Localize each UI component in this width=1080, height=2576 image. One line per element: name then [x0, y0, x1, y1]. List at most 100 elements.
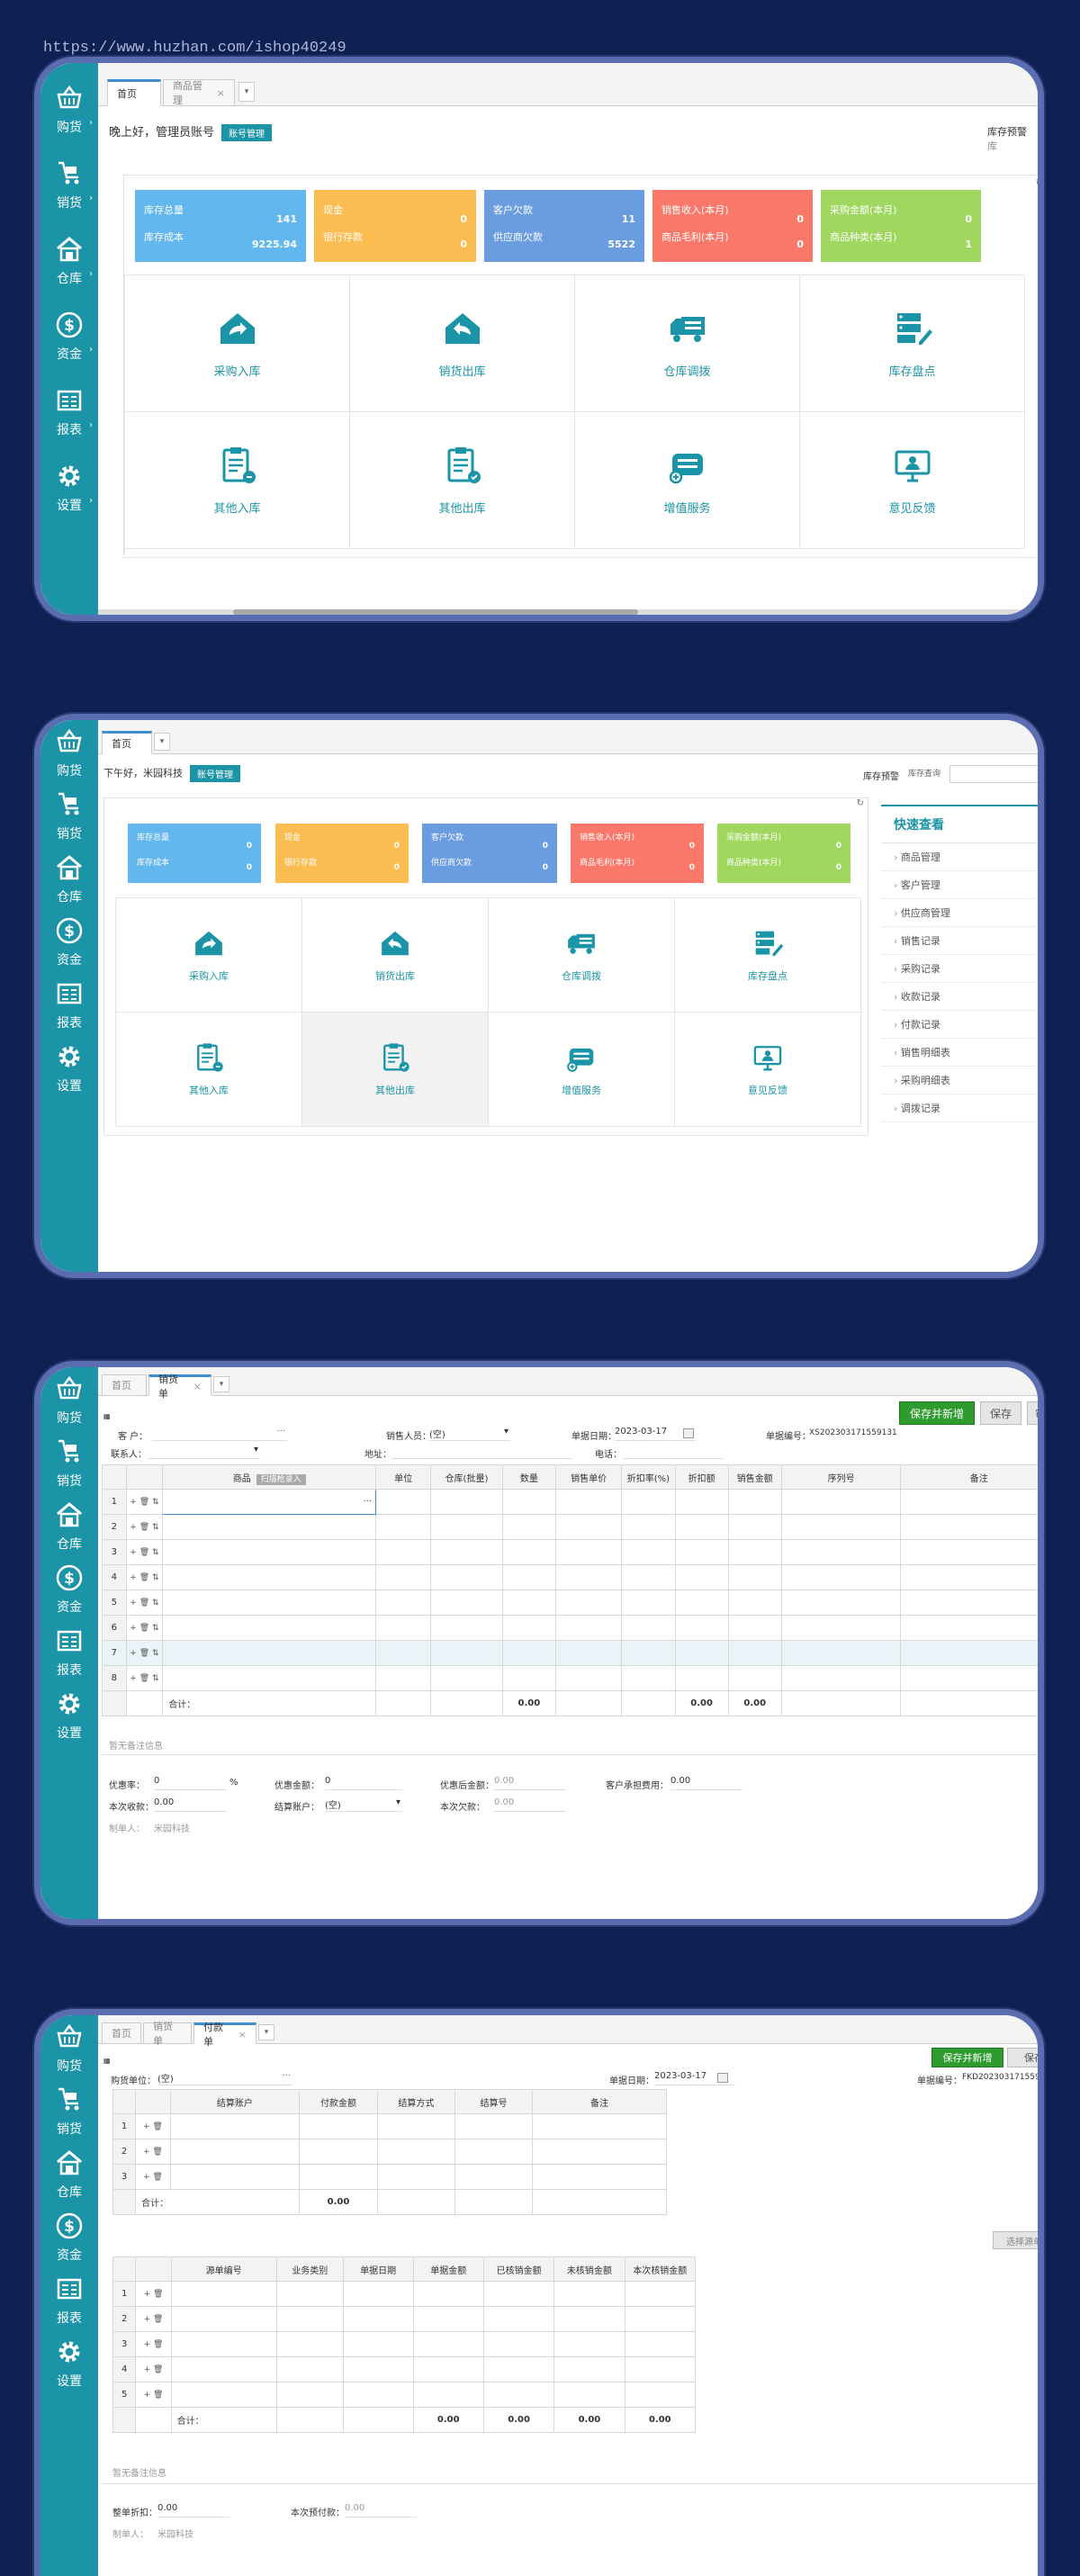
sidebar-item-purchase[interactable]: 购货 — [40, 1369, 98, 1432]
card-cash[interactable]: 现金 0 银行存款 0 — [314, 190, 476, 262]
table-cell[interactable] — [727, 1640, 782, 1666]
table-cell[interactable] — [376, 2139, 455, 2165]
table-cell[interactable] — [412, 2382, 484, 2408]
table-cell[interactable] — [275, 2306, 344, 2332]
account-select[interactable]: (空) ▾ — [325, 1797, 402, 1812]
table-cell[interactable] — [780, 1590, 902, 1616]
row-actions[interactable]: + 🗑 ⇅ — [125, 1489, 164, 1515]
table-cell[interactable] — [621, 1665, 676, 1691]
tile-stock-count[interactable]: 库存盘点 — [675, 898, 861, 1013]
table-cell[interactable] — [374, 1640, 432, 1666]
table-cell[interactable] — [554, 2382, 626, 2408]
sidebar-item-settings[interactable]: 设置 — [40, 1037, 98, 1100]
discount-amount-input[interactable]: 0 — [325, 1776, 402, 1790]
table-cell[interactable] — [170, 2382, 277, 2408]
quick-link-goods[interactable]: 商品管理 — [881, 843, 1038, 871]
table-cell[interactable] — [162, 1514, 376, 1540]
tile-value-added[interactable]: 增值服务 — [575, 412, 800, 549]
table-cell[interactable] — [430, 1564, 503, 1590]
table-cell[interactable] — [554, 1640, 623, 1666]
tile-purchase-in[interactable]: 采购入库 — [116, 898, 302, 1013]
table-cell[interactable] — [780, 1615, 902, 1641]
table-cell[interactable] — [624, 2382, 697, 2408]
sidebar-item-reports[interactable]: 报表 — [40, 1621, 98, 1684]
tab-goods[interactable]: 商品管理 × — [163, 79, 235, 106]
card-receivable[interactable]: 客户欠款 11 供应商欠款 5522 — [484, 190, 644, 262]
table-cell[interactable] — [342, 2331, 414, 2357]
table-cell[interactable] — [412, 2306, 484, 2332]
table-cell[interactable] — [674, 1539, 729, 1565]
table-cell[interactable] — [554, 1590, 623, 1616]
card-inventory[interactable]: 库存总量 0 库存成本 0 — [128, 824, 261, 883]
close-icon[interactable]: × — [194, 1381, 202, 1392]
table-cell[interactable] — [342, 2306, 414, 2332]
table-cell[interactable] — [374, 1514, 432, 1540]
card-inventory[interactable]: 库存总量 141 库存成本 9225.94 — [135, 190, 306, 262]
tile-other-out[interactable]: 其他出库 — [302, 1013, 489, 1127]
table-cell[interactable] — [430, 1514, 503, 1540]
quick-link-payments[interactable]: 付款记录 — [881, 1011, 1038, 1039]
table-cell[interactable] — [501, 1514, 556, 1540]
table-cell[interactable] — [412, 2356, 484, 2382]
remark-input[interactable]: 暂无备注信息 — [109, 1738, 163, 1752]
tab-home[interactable]: 首页 — [102, 1374, 147, 1396]
tile-feedback[interactable]: 意见反馈 — [675, 1013, 861, 1127]
table-cell[interactable] — [162, 1564, 376, 1590]
table-cell[interactable] — [482, 2382, 555, 2408]
sidebar-item-funds[interactable]: 资金 — [40, 911, 98, 974]
sidebar-item-funds[interactable]: 资金 — [40, 2206, 98, 2269]
customer-fee-input[interactable]: 0.00 — [670, 1776, 742, 1790]
tab-payment-order[interactable]: 付款单 × — [194, 2022, 256, 2048]
sidebar-item-purchase[interactable]: 购货 — [40, 722, 98, 785]
table-cell[interactable] — [624, 2281, 697, 2307]
discount-rate-input[interactable]: 0 — [154, 1776, 226, 1790]
select-source-button[interactable]: 选择源单 — [993, 2231, 1038, 2249]
table-cell[interactable] — [780, 1564, 902, 1590]
table-cell[interactable] — [454, 2139, 534, 2165]
tile-warehouse-transfer[interactable]: 仓库调拨 — [489, 898, 675, 1013]
table-cell[interactable] — [430, 1615, 503, 1641]
calendar-icon[interactable] — [717, 2073, 728, 2083]
table-cell[interactable] — [342, 2356, 414, 2382]
tab-sales-order[interactable]: 销货单 × — [148, 1374, 212, 1400]
calendar-icon[interactable] — [683, 1428, 694, 1438]
sidebar-item-sales[interactable]: 销货 › — [40, 148, 98, 223]
table-cell[interactable] — [554, 2331, 626, 2357]
account-button[interactable]: 账号管理 — [221, 124, 273, 141]
table-cell[interactable] — [554, 1615, 623, 1641]
table-cell[interactable] — [299, 2113, 378, 2139]
sidebar-item-purchase[interactable]: 购货 › — [40, 72, 98, 148]
save-and-new-button[interactable]: 保存并新增 — [932, 2048, 1004, 2067]
sidebar-item-warehouse[interactable]: 仓库 — [40, 1495, 98, 1558]
table-cell[interactable] — [780, 1514, 902, 1540]
table-cell[interactable] — [727, 1665, 782, 1691]
table-cell[interactable] — [727, 1564, 782, 1590]
quick-link-purchase-records[interactable]: 采购记录 — [881, 955, 1038, 983]
table-cell[interactable] — [342, 2281, 414, 2307]
row-actions[interactable]: + 🗑 ⇅ — [125, 1590, 164, 1616]
refresh-icon[interactable]: ↻ — [1036, 177, 1038, 189]
row-actions[interactable]: + 🗑 ⇅ — [125, 1640, 164, 1666]
customer-input[interactable]: ··· — [152, 1427, 287, 1441]
table-cell[interactable] — [482, 2306, 555, 2332]
quick-link-transfers[interactable]: 调拨记录 — [881, 1094, 1038, 1122]
table-cell[interactable] — [554, 1489, 623, 1515]
table-cell[interactable] — [501, 1564, 556, 1590]
card-purchase-amount[interactable]: 采购金额(本月) 0 商品种类(本月) 1 — [821, 190, 981, 262]
sidebar-item-warehouse[interactable]: 仓库 — [40, 848, 98, 911]
quick-link-receipts[interactable]: 收款记录 — [881, 983, 1038, 1011]
table-cell[interactable] — [170, 2306, 277, 2332]
table-cell[interactable] — [900, 1564, 1038, 1590]
tab-home[interactable]: 首页 — [102, 731, 152, 754]
table-cell[interactable] — [412, 2281, 484, 2307]
sidebar-item-purchase[interactable]: 购货 — [40, 2017, 98, 2080]
table-cell[interactable] — [482, 2281, 555, 2307]
tab-home[interactable]: 首页 — [102, 2022, 141, 2044]
tile-feedback[interactable]: 意见反馈 — [800, 412, 1025, 549]
sidebar-item-reports[interactable]: 报表 › — [40, 374, 98, 450]
account-button[interactable]: 账号管理 — [190, 765, 240, 782]
table-cell[interactable] — [621, 1640, 676, 1666]
table-cell[interactable] — [621, 1514, 676, 1540]
table-cell[interactable] — [376, 2113, 455, 2139]
row-actions[interactable]: + 🗑 — [135, 2382, 172, 2408]
